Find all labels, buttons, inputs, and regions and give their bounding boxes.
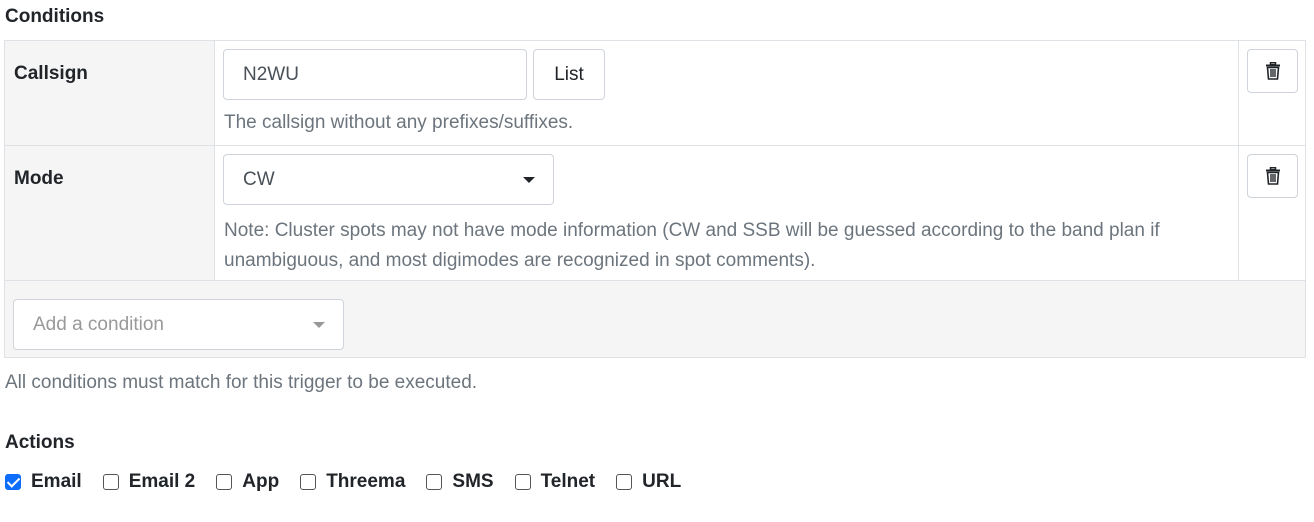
action-sms[interactable]: SMS — [426, 471, 494, 493]
action-app[interactable]: App — [216, 471, 279, 493]
action-threema-checkbox[interactable] — [300, 474, 317, 490]
conditions-table: Callsign N2WU List The callsign without … — [4, 40, 1306, 358]
condition-row-callsign: Callsign N2WU List The callsign without … — [5, 41, 1305, 146]
action-sms-label: SMS — [452, 471, 494, 492]
action-email-2-label: Email 2 — [128, 471, 196, 492]
action-email-2[interactable]: Email 2 — [102, 471, 196, 493]
actions-checkbox-list: Email Email 2 App Threema SMS Telnet URL — [5, 470, 702, 494]
action-threema-label: Threema — [326, 471, 406, 492]
action-telnet-label: Telnet — [540, 471, 596, 492]
mode-help-text: Note: Cluster spots may not have mode in… — [224, 220, 1160, 271]
callsign-help-text: The callsign without any prefixes/suffix… — [224, 112, 574, 133]
trash-icon — [1265, 62, 1280, 80]
callsign-input[interactable]: N2WU — [223, 49, 527, 100]
condition-row-mode: Mode CW Note: Cluster spots may not have… — [5, 146, 1305, 281]
action-email-checkbox[interactable] — [5, 474, 21, 490]
action-telnet-checkbox[interactable] — [514, 474, 531, 490]
actions-title: Actions — [5, 432, 75, 453]
mode-select[interactable]: CW — [223, 154, 554, 205]
mode-label: Mode — [14, 168, 64, 189]
conditions-footer-note: All conditions must match for this trigg… — [5, 372, 478, 393]
add-condition-row: Add a condition — [5, 281, 1305, 357]
caret-down-icon — [523, 177, 535, 183]
add-condition-placeholder: Add a condition — [33, 314, 164, 335]
caret-down-icon — [313, 322, 325, 328]
action-sms-checkbox[interactable] — [426, 474, 443, 490]
action-url-checkbox[interactable] — [616, 474, 633, 490]
action-app-label: App — [242, 471, 280, 492]
callsign-label: Callsign — [14, 63, 88, 84]
trash-icon — [1265, 167, 1280, 185]
trigger-editor: Conditions Callsign N2WU List The callsi… — [0, 0, 1314, 522]
conditions-title: Conditions — [5, 6, 105, 27]
action-threema[interactable]: Threema — [300, 471, 405, 493]
action-email[interactable]: Email — [5, 471, 82, 493]
delete-mode-button[interactable] — [1247, 154, 1298, 198]
action-url-label: URL — [642, 471, 682, 492]
add-condition-select[interactable]: Add a condition — [13, 299, 344, 350]
condition-label-cell: Mode — [5, 146, 215, 280]
mode-selected-value: CW — [243, 169, 275, 190]
condition-label-cell: Callsign — [5, 41, 215, 145]
action-app-checkbox[interactable] — [216, 474, 233, 490]
delete-callsign-button[interactable] — [1247, 49, 1298, 93]
delete-cell — [1238, 146, 1305, 280]
action-email-2-checkbox[interactable] — [102, 474, 119, 490]
action-email-label: Email — [31, 471, 82, 492]
delete-cell — [1238, 41, 1305, 145]
list-button[interactable]: List — [533, 49, 605, 100]
action-url[interactable]: URL — [616, 471, 681, 493]
action-telnet[interactable]: Telnet — [514, 471, 596, 493]
